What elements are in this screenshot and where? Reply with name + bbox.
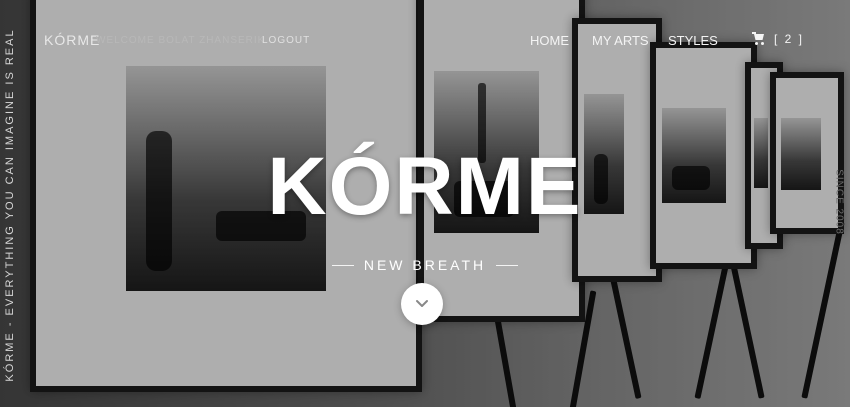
welcome-message: WELCOME BOLAT ZHANSERIK bbox=[96, 35, 266, 46]
nav-item-styles[interactable]: STYLES bbox=[668, 33, 718, 48]
hero-section: KÓRME - EVERYTHING YOU CAN IMAGINE IS RE… bbox=[0, 0, 850, 407]
hero-subtitle: NEW BREATH bbox=[0, 257, 850, 273]
logout-link[interactable]: LOGOUT bbox=[262, 35, 310, 46]
chevron-down-icon bbox=[416, 300, 428, 307]
hero-subtitle-text: NEW BREATH bbox=[363, 257, 487, 273]
scroll-down-button[interactable] bbox=[401, 283, 443, 325]
subtitle-divider-right bbox=[496, 264, 519, 266]
cart-count: [ 2 ] bbox=[774, 32, 805, 46]
cart-icon bbox=[752, 32, 768, 46]
nav-item-my-arts[interactable]: MY ARTS bbox=[592, 33, 649, 48]
site-logo[interactable]: KÓRME bbox=[44, 32, 100, 48]
cart-button[interactable]: [ 2 ] bbox=[752, 32, 804, 46]
nav-item-home[interactable]: HOME bbox=[530, 33, 569, 48]
hero-title: KÓRME bbox=[267, 141, 583, 232]
top-navigation: KÓRME WELCOME BOLAT ZHANSERIK LOGOUT HOM… bbox=[0, 0, 850, 80]
subtitle-divider-left bbox=[331, 264, 354, 266]
